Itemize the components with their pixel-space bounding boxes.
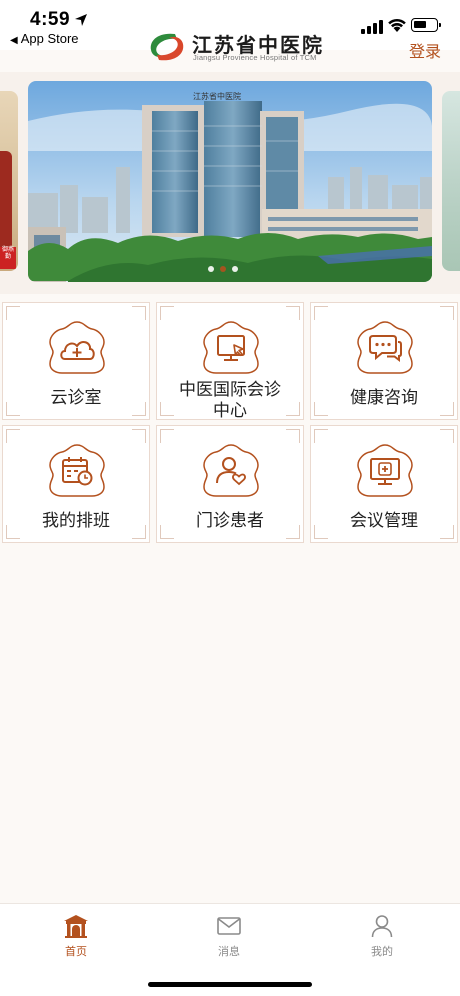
login-button[interactable]: 登录 — [409, 38, 441, 62]
tab-profile[interactable]: 我的 — [352, 914, 412, 959]
grid-item-outpatients[interactable]: 门诊患者 — [156, 425, 304, 543]
banner-slide[interactable]: 江苏省中医院 — [28, 81, 432, 282]
carousel-dot[interactable] — [220, 266, 226, 272]
grid-item-meeting-management[interactable]: 会议管理 — [310, 425, 458, 543]
grid-item-my-schedule[interactable]: 我的排班 — [2, 425, 150, 543]
banner-next-slide[interactable] — [442, 91, 460, 271]
grid-item-intl-consultation[interactable]: 中医国际会诊 中心 — [156, 302, 304, 420]
carousel-dot[interactable] — [208, 266, 214, 272]
carousel-dot[interactable] — [232, 266, 238, 272]
home-gate-icon — [64, 915, 88, 938]
grid-item-cloud-clinic[interactable]: 云诊室 — [2, 302, 150, 420]
grid-label-line1: 中医国际会诊 — [179, 380, 281, 399]
patient-heart-icon — [203, 444, 259, 497]
grid-label-health-consult: 健康咨询 — [350, 388, 418, 407]
mail-icon — [217, 917, 241, 935]
hospital-logo — [150, 33, 184, 61]
calendar-clock-icon — [49, 444, 105, 497]
feature-grid: 云诊室 中医国际会诊 中心 健康咨询 我的排班 门诊患者 会议管理 — [0, 301, 460, 547]
profile-icon — [371, 915, 393, 938]
home-indicator — [148, 982, 312, 987]
grid-label-line2: 中心 — [213, 401, 247, 420]
building-sign: 江苏省中医院 — [193, 91, 241, 101]
monitor-cursor-icon — [203, 321, 259, 374]
cloud-plus-icon — [49, 321, 105, 374]
tab-home[interactable]: 首页 — [46, 914, 106, 959]
tab-label-profile: 我的 — [371, 946, 393, 958]
grid-item-health-consult[interactable]: 健康咨询 — [310, 302, 458, 420]
monitor-medical-icon — [357, 444, 413, 497]
grid-label-intl-consultation: 中医国际会诊 中心 — [157, 379, 303, 421]
grid-label-my-schedule: 我的排班 — [42, 511, 110, 530]
side-tag: 御燕勤 — [0, 247, 16, 269]
grid-label-outpatients: 门诊患者 — [196, 511, 264, 530]
app-header: 江苏省中医院 Jiangsu Provience Hospital of TCM… — [0, 0, 460, 72]
chat-bubbles-icon — [357, 321, 413, 374]
tab-messages[interactable]: 消息 — [199, 914, 259, 959]
tab-label-messages: 消息 — [218, 946, 240, 958]
grid-label-cloud-clinic: 云诊室 — [50, 388, 102, 407]
banner-prev-slide[interactable]: 御燕勤 — [0, 91, 18, 271]
hospital-name-en: Jiangsu Provience Hospital of TCM — [193, 53, 317, 62]
grid-label-meeting-management: 会议管理 — [350, 511, 418, 530]
hospital-building-photo: 江苏省中医院 — [28, 81, 432, 282]
carousel-dots — [208, 266, 238, 272]
tab-label-home: 首页 — [65, 946, 87, 958]
